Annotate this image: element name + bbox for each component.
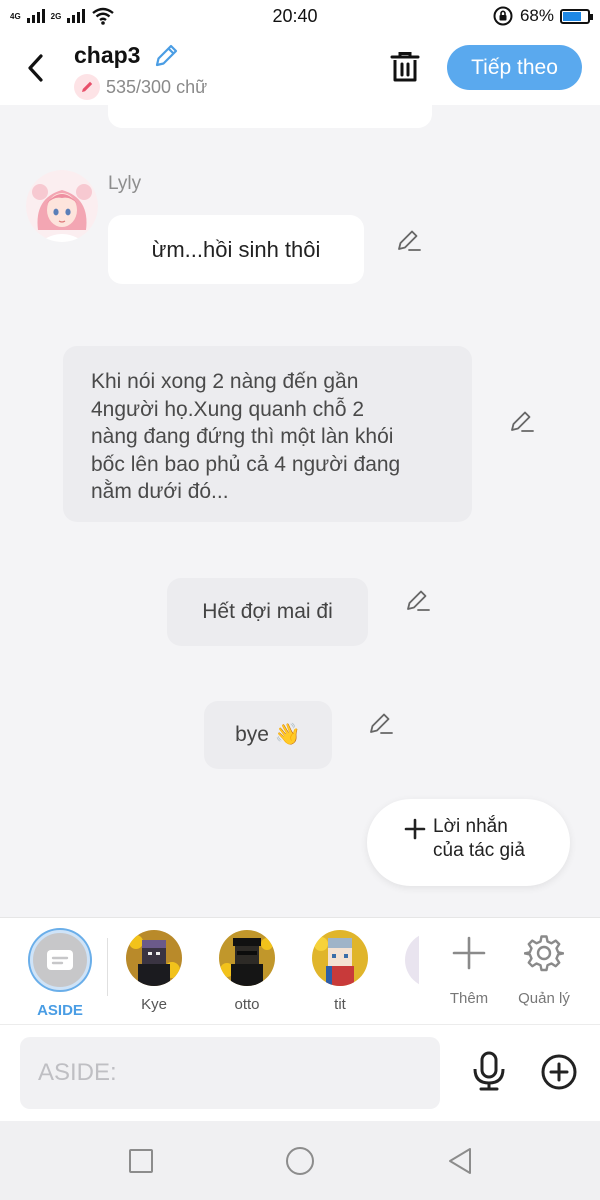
message-bubble[interactable]: ừm...hồi sinh thôi (108, 215, 364, 284)
author-note-label: Lời nhắn của tác giả (433, 815, 525, 863)
network-type: 4G (10, 12, 21, 21)
character-name: Kye (141, 996, 167, 1013)
word-count-icon (74, 74, 100, 100)
add-label: Thêm (449, 990, 489, 1007)
rotation-lock-icon (493, 6, 513, 26)
narration-bubble[interactable]: bye 👋 (204, 701, 332, 769)
network-type-bottom: 2G (50, 11, 62, 21)
character-aside[interactable]: ASIDE (25, 930, 95, 1019)
battery-percent: 68% (519, 6, 554, 25)
character-name: otto (234, 996, 260, 1013)
status-bar: 4G 2G 20:40 68% (0, 0, 600, 32)
aside-icon (30, 930, 90, 990)
character-name: ASIDE (37, 1002, 83, 1019)
character-otto[interactable]: otto (212, 930, 282, 1013)
edit-pencil-icon[interactable] (152, 42, 180, 70)
battery-icon (560, 8, 593, 24)
author-note-line2: của tác giả (433, 840, 525, 861)
edit-message-icon[interactable] (404, 587, 432, 615)
header: chap3 535/300 chữ Tiếp theo (0, 32, 600, 105)
narration-line: Khi nói xong 2 nàng đến gần (91, 370, 359, 393)
home-icon[interactable] (284, 1145, 316, 1177)
character-bar: ASIDE Kye otto tit Thêm Quản lý (0, 917, 600, 1025)
manage-label: Quản lý (518, 990, 570, 1007)
author-note-button[interactable]: Lời nhắn của tác giả (367, 799, 570, 886)
narration-text: Hết đợi mai đi (202, 600, 333, 623)
next-button[interactable]: Tiếp theo (447, 45, 582, 90)
edit-message-icon[interactable] (367, 710, 395, 738)
back-nav-icon[interactable] (444, 1145, 476, 1177)
avatar-kye (126, 930, 182, 986)
recent-apps-icon[interactable] (125, 1145, 157, 1177)
network-type-2: 2G (51, 12, 62, 21)
edit-message-icon[interactable] (395, 227, 423, 255)
add-character-button[interactable]: Thêm (434, 933, 504, 1007)
add-circle-icon[interactable] (540, 1053, 578, 1091)
gear-icon (523, 935, 565, 972)
manage-characters-button[interactable]: Quản lý (509, 933, 579, 1007)
sender-name: Lyly (108, 173, 142, 194)
battery-fill (563, 11, 581, 21)
narration-line: nàng đang đứng thì một làn khói (91, 425, 394, 448)
network-type-top: 4G (10, 11, 21, 21)
navigation-bar (0, 1121, 600, 1200)
trash-icon[interactable] (386, 48, 424, 86)
status-left: 4G 2G (10, 7, 210, 25)
edit-message-icon[interactable] (508, 408, 536, 436)
avatar-otto (219, 930, 275, 986)
status-right: 68% (420, 5, 593, 27)
back-arrow-icon[interactable] (22, 50, 52, 86)
word-count: 535/300 chữ (106, 77, 208, 97)
message-text: ừm...hồi sinh thôi (151, 236, 321, 262)
character-kye[interactable]: Kye (119, 930, 189, 1013)
avatar-lyly[interactable] (26, 170, 98, 242)
page-title: chap3 (74, 42, 141, 68)
narration-line: bốc lên bao phủ cả 4 người đang (91, 452, 401, 476)
chat-area[interactable]: Lyly ừm...hồi sinh thôi Khi nói xong 2 n… (0, 105, 600, 917)
microphone-icon[interactable] (470, 1051, 508, 1091)
plus-icon (404, 818, 426, 840)
divider (107, 938, 108, 996)
clock: 20:40 (272, 5, 318, 26)
character-partial[interactable] (405, 932, 419, 988)
narration-bubble[interactable]: Khi nói xong 2 nàng đến gần 4người họ.Xu… (63, 346, 472, 522)
narration-line: nằm dưới đó... (91, 480, 229, 503)
author-note-line1: Lời nhắn (433, 816, 508, 837)
signal-icon (26, 9, 45, 23)
avatar-tit (312, 930, 368, 986)
narration-line: 4người họ.Xung quanh chỗ 2 (91, 397, 365, 421)
plus-icon (452, 936, 486, 970)
composer-bar (0, 1025, 600, 1121)
character-tit[interactable]: tit (305, 930, 375, 1013)
narration-bubble[interactable]: Hết đợi mai đi (167, 578, 368, 646)
message-input[interactable] (20, 1037, 440, 1109)
narration-text: bye 👋 (235, 723, 301, 746)
previous-message-bubble[interactable] (108, 105, 432, 128)
character-name: tit (334, 996, 346, 1013)
wifi-icon (92, 7, 115, 25)
signal-icon-2 (67, 9, 86, 23)
